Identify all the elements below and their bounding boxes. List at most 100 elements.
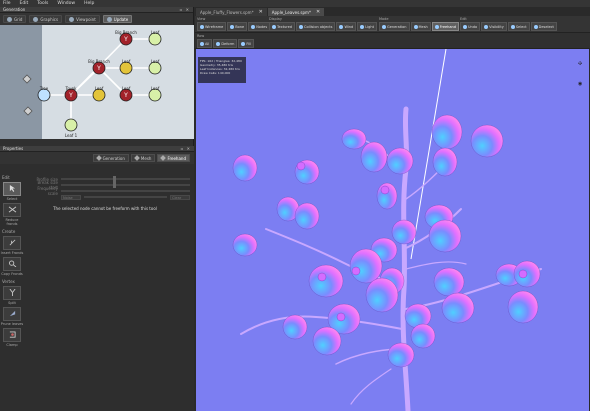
node-label-leaf-top: Leaf: [121, 59, 131, 64]
prune-leaves-button[interactable]: [3, 307, 21, 321]
doc-tab-1[interactable]: Apple_Fluffy_Flowers.spm* ✕: [196, 8, 267, 16]
wireframe-icon: [200, 24, 204, 29]
deform-label: Deform: [221, 41, 235, 46]
frequency-scale-label: Frequency scale: [37, 186, 58, 196]
menu-edit[interactable]: Edit: [20, 1, 29, 6]
stats-line: Draw Calls: 140,000: [200, 71, 231, 75]
close-icon[interactable]: ✕: [259, 9, 263, 15]
light-button[interactable]: Light: [357, 22, 377, 31]
fill-icon: [241, 41, 246, 46]
mode-freehand-button[interactable]: Freehand: [431, 22, 459, 31]
reduce-fronds-button[interactable]: [3, 203, 21, 217]
tree-render: [232, 49, 542, 411]
tab-update[interactable]: Update: [102, 15, 133, 23]
wind-button[interactable]: Wind: [336, 22, 357, 31]
node-label-leaf-right-2: Leaf: [150, 59, 160, 64]
all-label: All: [205, 41, 210, 46]
section-create: Create: [2, 229, 16, 234]
deselect-button[interactable]: Deselect: [530, 22, 557, 31]
menu-tools[interactable]: Tools: [37, 1, 48, 6]
deform-button[interactable]: Deform: [213, 39, 238, 48]
generation-icon: [95, 155, 102, 161]
bone-button[interactable]: Bone: [227, 22, 248, 31]
doc-tab-2[interactable]: Apple_Leaves.spm* ✕: [267, 8, 325, 16]
generation-graph[interactable]: Y Y Y Y Tree Trunk Leaf Leaf 1 Big Branc…: [0, 25, 194, 139]
collision-icon: [299, 24, 304, 29]
tab-grid-label: Grid: [14, 16, 23, 22]
menu-help[interactable]: Help: [84, 1, 94, 6]
tab-grid[interactable]: Grid: [3, 15, 27, 23]
node-label-trunk: Trunk: [65, 86, 77, 91]
properties-tabs: Generation Mesh Freehand: [0, 152, 194, 164]
wireframe-label: Wireframe: [205, 24, 224, 29]
eye-icon: [484, 24, 489, 29]
leaves-icon: [9, 310, 16, 317]
mode-generation-button[interactable]: Generation: [379, 22, 410, 31]
fill-label: Fill: [246, 41, 252, 46]
panel-window-controls[interactable]: ▫ ✕: [180, 7, 190, 12]
node-label-leaf-b: Leaf 1: [64, 133, 78, 138]
node-label-tree: Tree: [39, 86, 49, 91]
tab-mesh[interactable]: Mesh: [130, 154, 156, 162]
editor-area: Apple_Fluffy_Flowers.spm* ✕ Apple_Leaves.…: [195, 7, 590, 411]
reduce-fronds-label: Reduce fronds: [5, 218, 19, 226]
properties-panel: Properties ▫ ✕ Generation Mesh Freehand …: [0, 146, 194, 411]
frequency-scale-slider[interactable]: [61, 190, 190, 192]
light-gizmo-icon[interactable]: ◉: [578, 81, 582, 87]
texture-icon: [272, 24, 276, 29]
textured-button[interactable]: Textured: [269, 22, 296, 31]
copy-fronds-button[interactable]: [3, 257, 21, 271]
node-label-leaf-right-1: Leaf: [150, 30, 160, 35]
all-button[interactable]: All: [197, 39, 213, 48]
visibility-button[interactable]: Visibility: [481, 22, 507, 31]
axis-gizmo-icon[interactable]: ✣: [578, 61, 582, 67]
split-button[interactable]: [3, 286, 21, 300]
mode-group: Mode Generation Mesh Freehand: [379, 17, 459, 31]
mode-mesh-label: Mesh: [418, 24, 428, 29]
mesh-icon: [134, 155, 140, 161]
generation-tabs: Grid Graphics Viewpoint Update: [0, 13, 193, 25]
nodes-icon: [251, 24, 256, 29]
noise-slider[interactable]: [84, 196, 167, 198]
insert-fronds-button[interactable]: [3, 236, 21, 250]
tab-graphics[interactable]: Graphics: [29, 15, 63, 23]
row-group: Row All Deform Fill: [197, 34, 255, 48]
generation-panel-title: Generation: [3, 7, 26, 12]
clamp-button[interactable]: [3, 328, 21, 342]
select-label: Select: [515, 24, 527, 29]
select-button[interactable]: Select: [507, 22, 530, 31]
section-edit: Edit: [2, 175, 10, 180]
wireframe-button[interactable]: Wireframe: [197, 22, 227, 31]
grid-icon: [7, 16, 12, 22]
freehand-icon: [434, 24, 439, 29]
tab-generation[interactable]: Generation: [92, 154, 129, 162]
big-branch-glyph: Y: [96, 65, 101, 72]
mode-mesh-button[interactable]: Mesh: [410, 22, 431, 31]
tab-viewpoint[interactable]: Viewpoint: [65, 15, 100, 23]
generation-icon: [382, 24, 386, 29]
panel-window-controls[interactable]: ▫ ✕: [181, 146, 191, 151]
menu-window[interactable]: Window: [57, 1, 75, 6]
node-label-leaf-mid: Leaf: [121, 86, 131, 91]
undo-button[interactable]: Undo: [460, 22, 481, 31]
clear-button[interactable]: Clear: [170, 194, 190, 200]
profile-size-slider[interactable]: [61, 176, 190, 182]
mesh-icon: [413, 24, 418, 29]
select-tool-button[interactable]: [3, 182, 21, 196]
break-size-slider[interactable]: [61, 182, 190, 188]
fill-button[interactable]: Fill: [238, 39, 255, 48]
collision-objects-button[interactable]: Collision objects: [296, 22, 336, 31]
menu-file[interactable]: File: [3, 1, 11, 6]
branch-add-icon: [9, 239, 16, 246]
tab-generation-label: Generation: [102, 155, 125, 161]
update-icon: [106, 16, 112, 22]
tab-freehand[interactable]: Freehand: [157, 154, 190, 162]
split-icon: [9, 289, 16, 296]
3d-viewport[interactable]: FPS: 162 / Triangles: 32,480 Geometry: 3…: [196, 49, 589, 411]
slider-knob[interactable]: [112, 182, 116, 188]
close-icon[interactable]: ✕: [316, 9, 320, 15]
nodes-button[interactable]: Nodes: [248, 22, 271, 31]
freehand-icon: [160, 155, 167, 161]
noise-field[interactable]: Noise: [61, 194, 81, 200]
copy-fronds-label: Copy Fronds: [1, 272, 23, 276]
